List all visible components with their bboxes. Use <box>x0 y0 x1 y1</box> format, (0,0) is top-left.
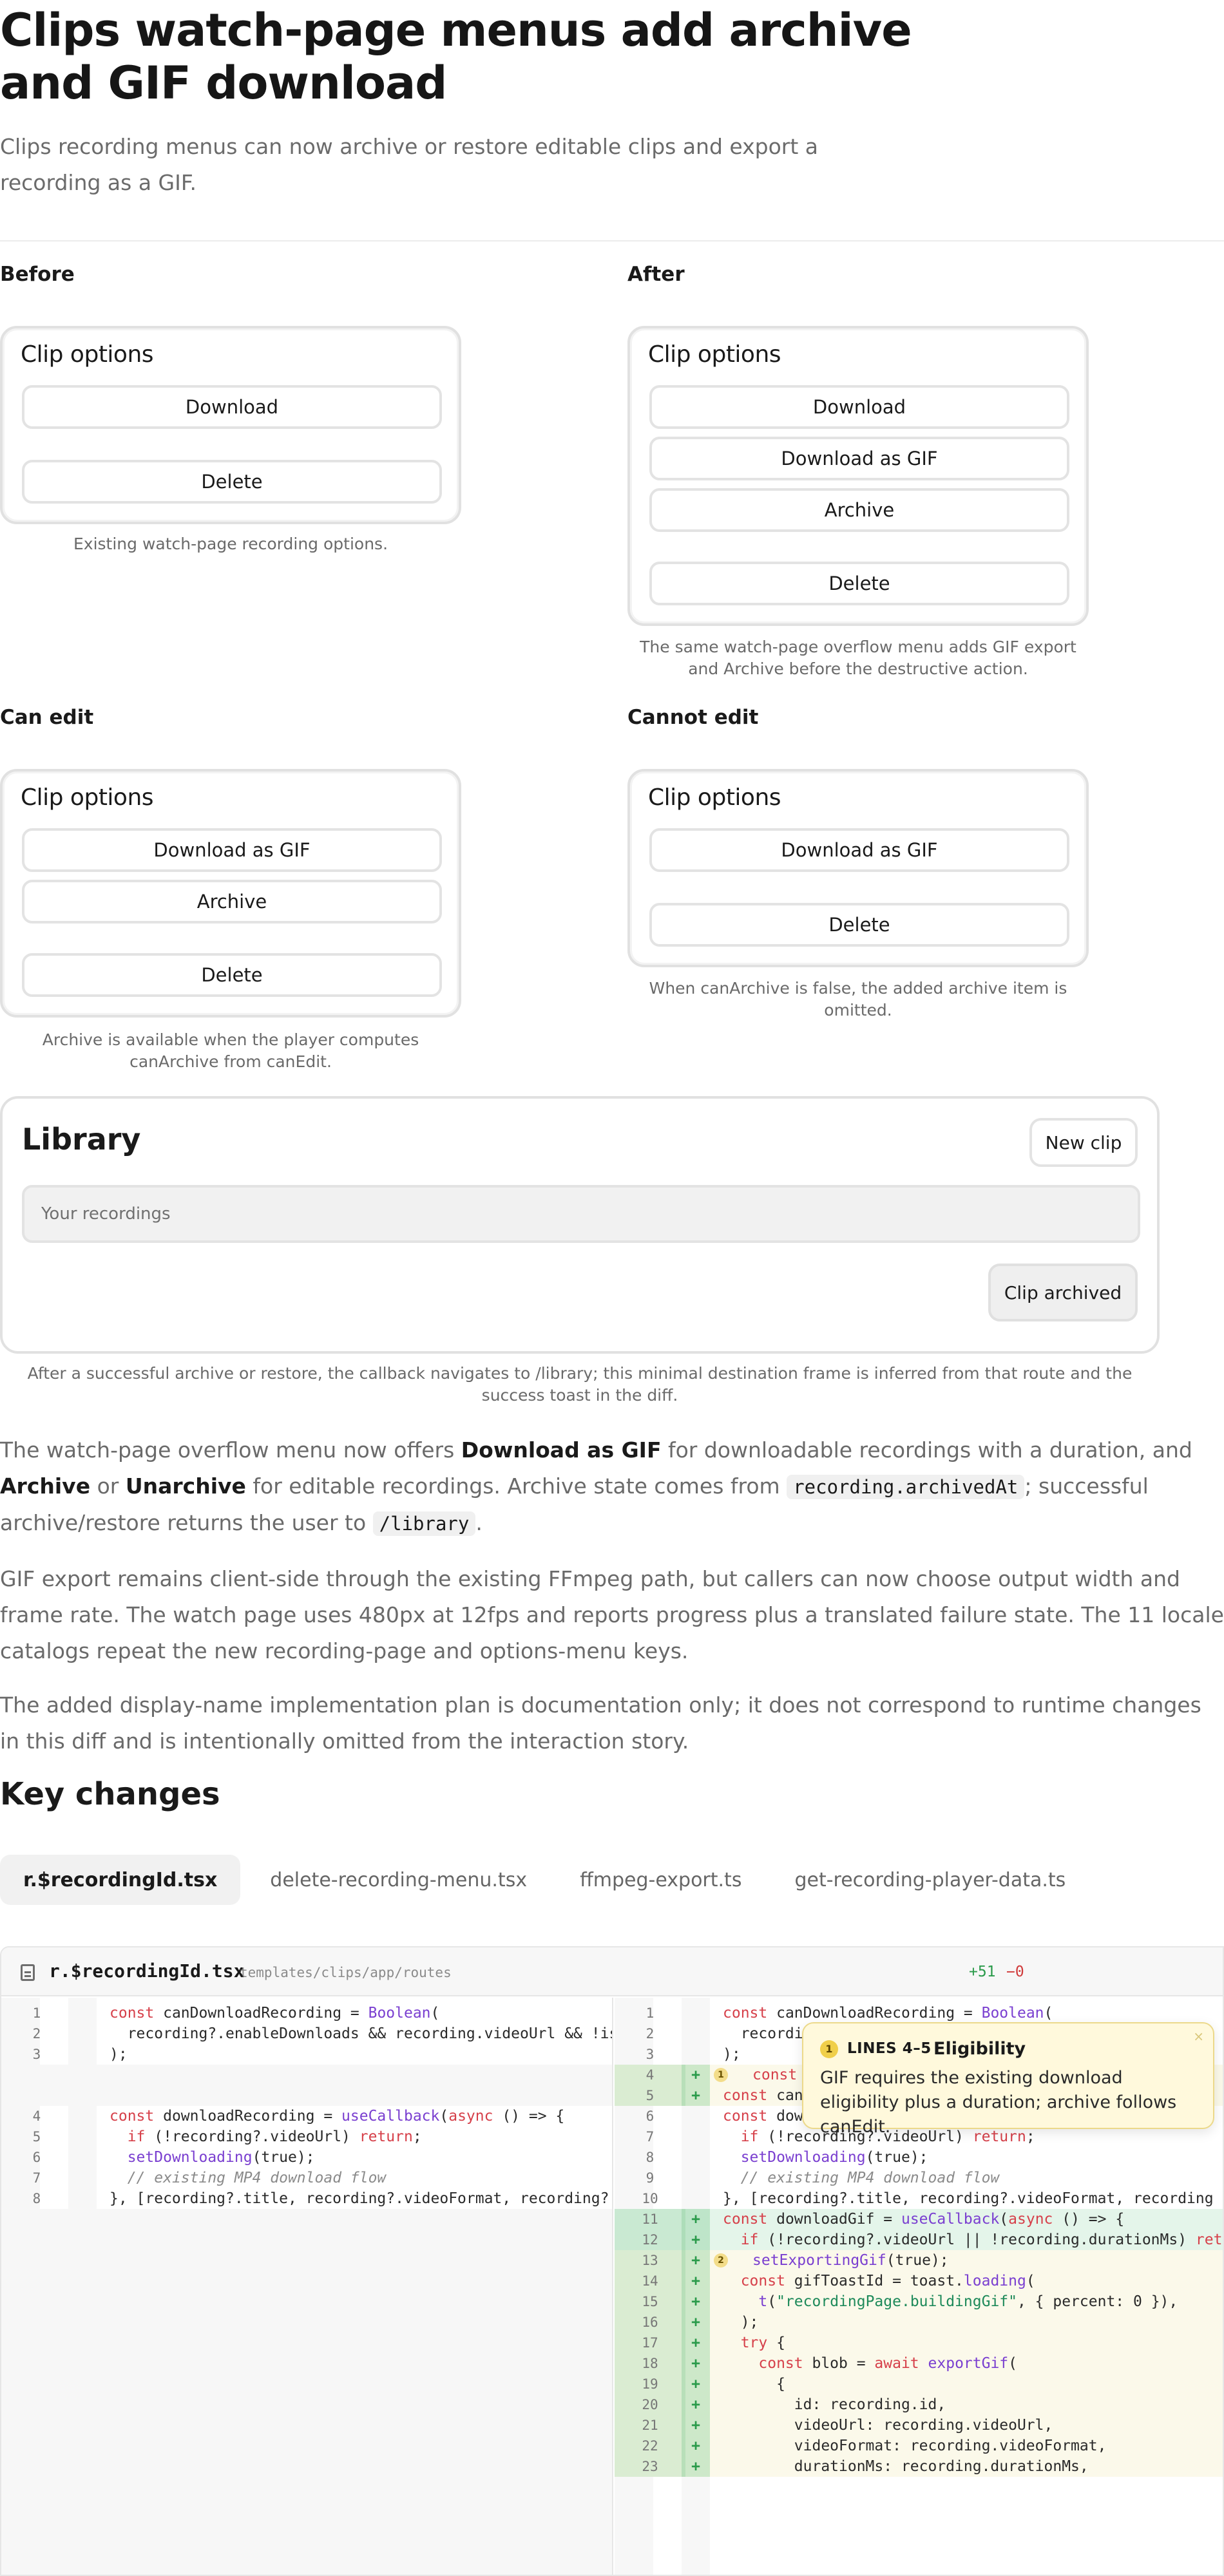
caption-after: The same watch-page overflow menu adds G… <box>640 638 1076 678</box>
download-button[interactable]: Download <box>22 385 442 429</box>
diff-line: 1 const canDownloadRecording = Boolean( <box>32 2005 440 2022</box>
diff-line: 8}, [recording?.title, recording?.videoF… <box>32 2190 613 2207</box>
download-gif-button[interactable]: Download as GIF <box>649 828 1069 872</box>
annotation-badge: 2 <box>714 2253 728 2268</box>
diff-header: r.$recordingId.tsx templates/clips/app/r… <box>1 1947 1223 1996</box>
diff-pane-old: 1 const canDownloadRecording = Boolean( 2… <box>1 1998 613 2575</box>
tab-recording-id[interactable]: r.$recordingId.tsx <box>0 1855 241 1905</box>
page-title: Clips watch-page menus add archive and G… <box>0 4 912 109</box>
diff-line-added: 12 + if (!recording?.videoUrl || !recordi… <box>615 2230 1223 2250</box>
diff-file-path: templates/clips/app/routes <box>240 1965 452 1980</box>
delete-button[interactable]: Delete <box>22 460 442 504</box>
diff-line: 3); <box>32 2046 128 2063</box>
library-frame: Library New clip Your recordings Clip ar… <box>0 1096 1160 1354</box>
section-label-before: Before <box>0 263 75 286</box>
description-paragraph-1: The watch-page overflow menu now offers … <box>0 1437 1192 1536</box>
diff-line-added: 21 + videoUrl: recording.videoUrl, <box>615 2415 1223 2436</box>
annotation-badge: 1 <box>714 2068 728 2082</box>
download-gif-button[interactable]: Download as GIF <box>22 828 442 872</box>
diff-line: 6 setDownloading(true); <box>32 2149 315 2166</box>
diff-line-added: 17 + try { <box>615 2333 1223 2353</box>
diff-line-added: 23 + durationMs: recording.durationMs, <box>615 2456 1223 2477</box>
clip-options-card-cannot-edit: Clip options Download as GIF Delete <box>627 769 1089 967</box>
inline-code: recording.archivedAt <box>787 1475 1025 1499</box>
diff-line-added: 11 + const downloadGif = useCallback(async… <box>615 2209 1223 2230</box>
download-gif-button[interactable]: Download as GIF <box>649 437 1069 480</box>
annotation-number: 1 <box>820 2040 838 2058</box>
annotation-lines: LINES 4–5 <box>847 2040 932 2057</box>
new-clip-button[interactable]: New clip <box>1029 1118 1138 1167</box>
diff-line-added: 20 + id: recording.id, <box>615 2394 1223 2415</box>
delete-button[interactable]: Delete <box>649 903 1069 947</box>
diff-line-added: 18 + const blob = await exportGif( <box>615 2353 1223 2374</box>
diff-line: 5 if (!recording?.videoUrl) return; <box>32 2128 422 2145</box>
card-title: Clip options <box>21 784 154 811</box>
divider <box>0 240 1224 242</box>
diff-file-name: r.$recordingId.tsx <box>49 1960 245 1982</box>
section-label-after: After <box>627 263 685 286</box>
caption-before: Existing watch-page recording options. <box>73 535 388 553</box>
diff-line-added: 22 + videoFormat: recording.videoFormat, <box>615 2436 1223 2456</box>
section-label-cannot-edit: Cannot edit <box>627 706 759 729</box>
diff-line: 8 setDownloading(true); <box>645 2149 928 2166</box>
diff-line: 7 // existing MP4 download flow <box>32 2170 387 2186</box>
close-icon[interactable]: × <box>1193 2029 1204 2044</box>
diff-line-added: 19 + { <box>615 2374 1223 2394</box>
annotation-tooltip: 1 LINES 4–5 Eligibility GIF requires the… <box>802 2022 1214 2137</box>
deletions-count: −0 <box>1006 1964 1024 1980</box>
library-title: Library <box>22 1122 141 1157</box>
caption-library: After a successful archive or restore, t… <box>27 1364 1133 1405</box>
diff-filler <box>1 2065 612 2106</box>
key-changes-heading: Key changes <box>0 1776 220 1812</box>
description-paragraph-3: The added display-name implementation pl… <box>0 1692 1201 1754</box>
caption-cannot-edit: When canArchive is false, the added arch… <box>649 979 1067 1019</box>
tab-ffmpeg-export[interactable]: ffmpeg-export.ts <box>557 1855 765 1905</box>
card-title: Clip options <box>21 341 154 368</box>
page-subtitle: Clips recording menus can now archive or… <box>0 134 819 195</box>
card-title: Clip options <box>648 784 781 811</box>
annotation-title: Eligibility <box>933 2039 1026 2059</box>
diff-line: 9 // existing MP4 download flow <box>645 2170 1000 2186</box>
card-title: Clip options <box>648 341 781 368</box>
description-paragraph-2: GIF export remains client-side through t… <box>0 1566 1224 1663</box>
clip-options-card-can-edit: Clip options Download as GIF Archive Del… <box>0 769 461 1018</box>
diff-line-added: 15 + t("recordingPage.buildingGif", { per… <box>615 2291 1223 2312</box>
clip-options-card-before: Clip options Download Delete <box>0 326 461 524</box>
additions-count: +51 <box>969 1964 996 1980</box>
diff-line: 4 const downloadRecording = useCallback(a… <box>32 2108 565 2125</box>
diff-line-added: 13 +2 setExportingGif(true); <box>615 2250 1223 2271</box>
file-icon <box>21 1964 35 1981</box>
clip-options-card-after: Clip options Download Download as GIF Ar… <box>627 326 1089 626</box>
diff-line: 10}, [recording?.title, recording?.video… <box>642 2190 1214 2207</box>
download-button[interactable]: Download <box>649 385 1069 429</box>
section-label-can-edit: Can edit <box>0 706 94 729</box>
inline-code: /library <box>372 1511 476 1536</box>
diff-line-added: 14 + const gifToastId = toast.loading( <box>615 2271 1223 2291</box>
recordings-search-input[interactable]: Your recordings <box>22 1185 1140 1243</box>
file-tabs: r.$recordingId.tsx delete-recording-menu… <box>0 1855 1089 1905</box>
tab-delete-recording-menu[interactable]: delete-recording-menu.tsx <box>247 1855 550 1905</box>
archive-button[interactable]: Archive <box>649 488 1069 532</box>
delete-button[interactable]: Delete <box>649 562 1069 605</box>
annotation-body: GIF requires the existing download eligi… <box>820 2068 1177 2137</box>
diff-line: 2 recording?.enableDownloads && recordin… <box>32 2025 613 2042</box>
tab-get-recording-player-data[interactable]: get-recording-player-data.ts <box>771 1855 1089 1905</box>
delete-button[interactable]: Delete <box>22 953 442 997</box>
diff-filler <box>1 2209 612 2575</box>
diff-line-added: 16 + ); <box>615 2312 1223 2333</box>
caption-can-edit: Archive is available when the player com… <box>42 1030 419 1071</box>
archive-button[interactable]: Archive <box>22 880 442 923</box>
diff-line: 1 const canDownloadRecording = Boolean( <box>645 2005 1053 2022</box>
archived-toast: Clip archived <box>988 1264 1138 1321</box>
